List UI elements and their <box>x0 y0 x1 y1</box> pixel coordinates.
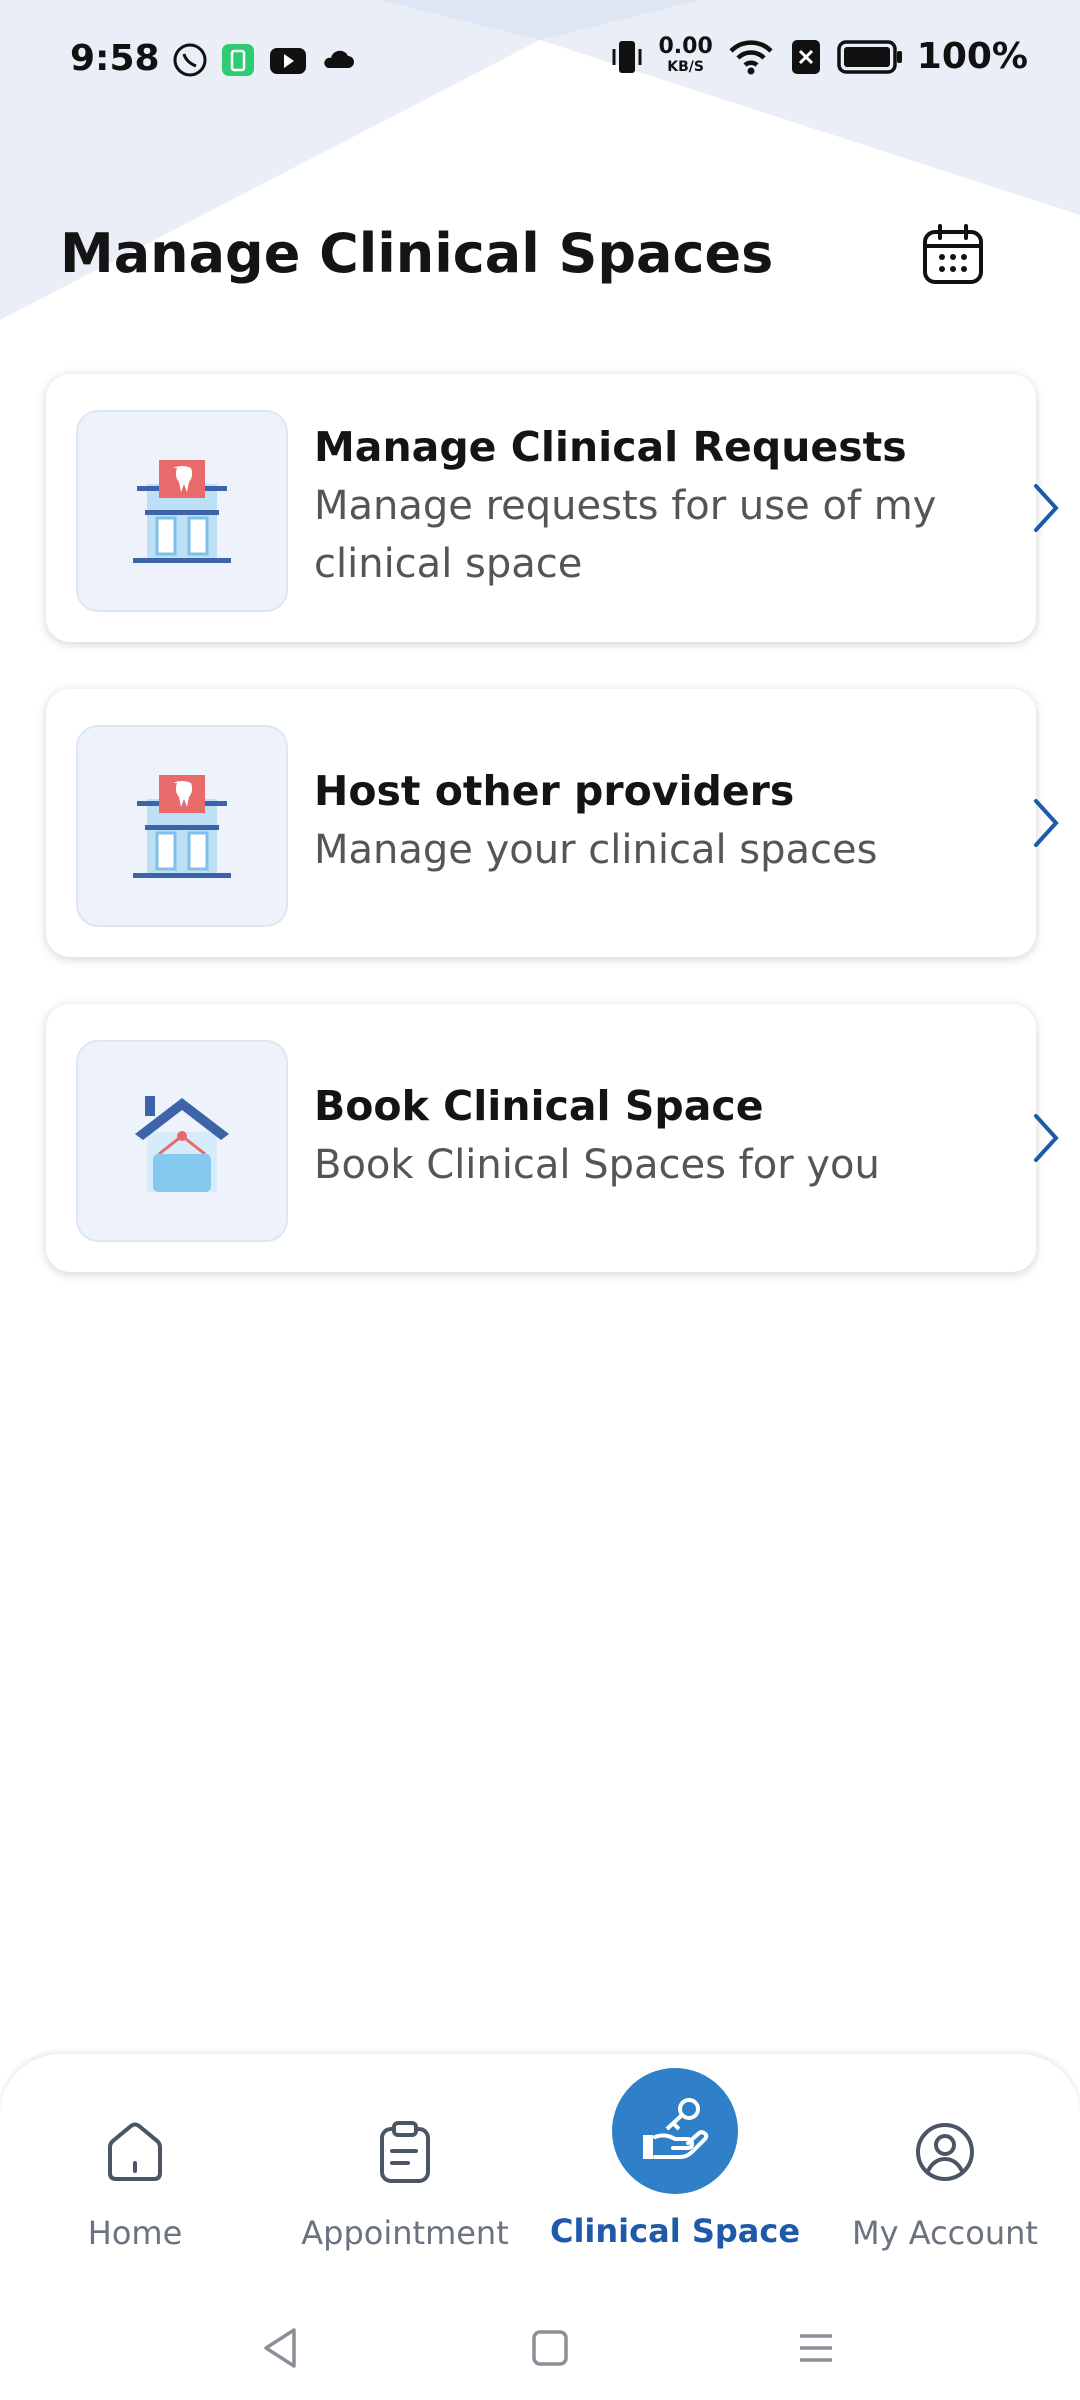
status-time: 9:58 <box>70 38 160 79</box>
battery-saver-icon <box>222 44 254 76</box>
card-icon-box <box>76 410 288 612</box>
battery-icon <box>837 39 902 74</box>
chevron-right-icon <box>1034 484 1059 532</box>
net-speed-unit: KB/S <box>667 58 704 75</box>
nav-label: Appointment <box>301 2214 509 2252</box>
clipboard-icon <box>365 2112 445 2192</box>
nav-item-home[interactable]: Home <box>0 2082 270 2282</box>
nav-item-clinical-space[interactable]: Clinical Space <box>540 2068 810 2282</box>
user-circle-icon <box>905 2112 985 2192</box>
card-description: Manage your clinical spaces <box>314 827 878 873</box>
page-title: Manage Clinical Spaces <box>60 222 774 285</box>
card-book-clinical-space[interactable]: Book Clinical Space Book Clinical Spaces… <box>46 1004 1059 1272</box>
hand-key-icon <box>643 2098 709 2159</box>
notification-icons <box>172 42 356 78</box>
system-status: 0.00 KB/S 100% <box>609 33 1028 77</box>
nav-label: Home <box>87 2214 183 2252</box>
calendar-button[interactable] <box>888 190 1018 320</box>
cloud-icon <box>324 50 354 68</box>
youtube-icon <box>270 48 306 74</box>
back-button[interactable] <box>250 2318 310 2378</box>
vibrate-icon <box>612 40 641 73</box>
home-icon <box>95 2112 175 2192</box>
net-speed-value: 0.00 <box>658 33 713 59</box>
card-icon-box <box>76 1040 288 1242</box>
no-sim-icon <box>791 39 820 74</box>
nav-label: My Account <box>852 2214 1038 2252</box>
square-icon <box>532 2330 568 2366</box>
menu-lines-icon <box>800 2334 832 2362</box>
nav-label: Clinical Space <box>549 2212 801 2250</box>
card-text: Host other providers Manage your clinica… <box>314 689 996 957</box>
card-title: Book Clinical Space <box>314 1082 764 1130</box>
chevron-right-icon <box>1034 1114 1059 1162</box>
chevron-right-icon <box>1034 799 1059 847</box>
clinic-building-icon <box>133 775 231 878</box>
card-manage-clinical-requests[interactable]: Manage Clinical Requests Manage requests… <box>46 374 1059 642</box>
card-title: Host other providers <box>314 767 795 815</box>
whatsapp-icon <box>173 43 207 77</box>
nav-item-appointment[interactable]: Appointment <box>270 2082 540 2282</box>
card-description: Book Clinical Spaces for you <box>314 1142 880 1188</box>
card-text: Manage Clinical Requests Manage requests… <box>314 374 996 642</box>
battery-percent: 100% <box>916 36 1028 77</box>
card-icon-box <box>76 725 288 927</box>
wifi-icon <box>729 39 773 74</box>
system-navigation-bar <box>0 2290 1080 2400</box>
recents-button[interactable] <box>786 2318 846 2378</box>
calendar-icon <box>923 224 983 284</box>
card-description: Manage requests for use of my clinical s… <box>314 483 937 587</box>
card-host-other-providers[interactable]: Host other providers Manage your clinica… <box>46 689 1059 957</box>
status-bar: 9:58 0.00 KB/S 100% <box>0 0 1080 125</box>
nav-item-my-account[interactable]: My Account <box>810 2082 1080 2282</box>
home-system-button[interactable] <box>520 2318 580 2378</box>
back-triangle-icon <box>264 2328 296 2368</box>
card-title: Manage Clinical Requests <box>314 423 907 471</box>
house-sign-icon <box>135 1096 229 1192</box>
network-speed: 0.00 KB/S <box>658 33 713 77</box>
card-text: Book Clinical Space Book Clinical Spaces… <box>314 1004 996 1272</box>
clinic-building-icon <box>133 460 231 563</box>
active-tab-indicator <box>612 2068 738 2194</box>
